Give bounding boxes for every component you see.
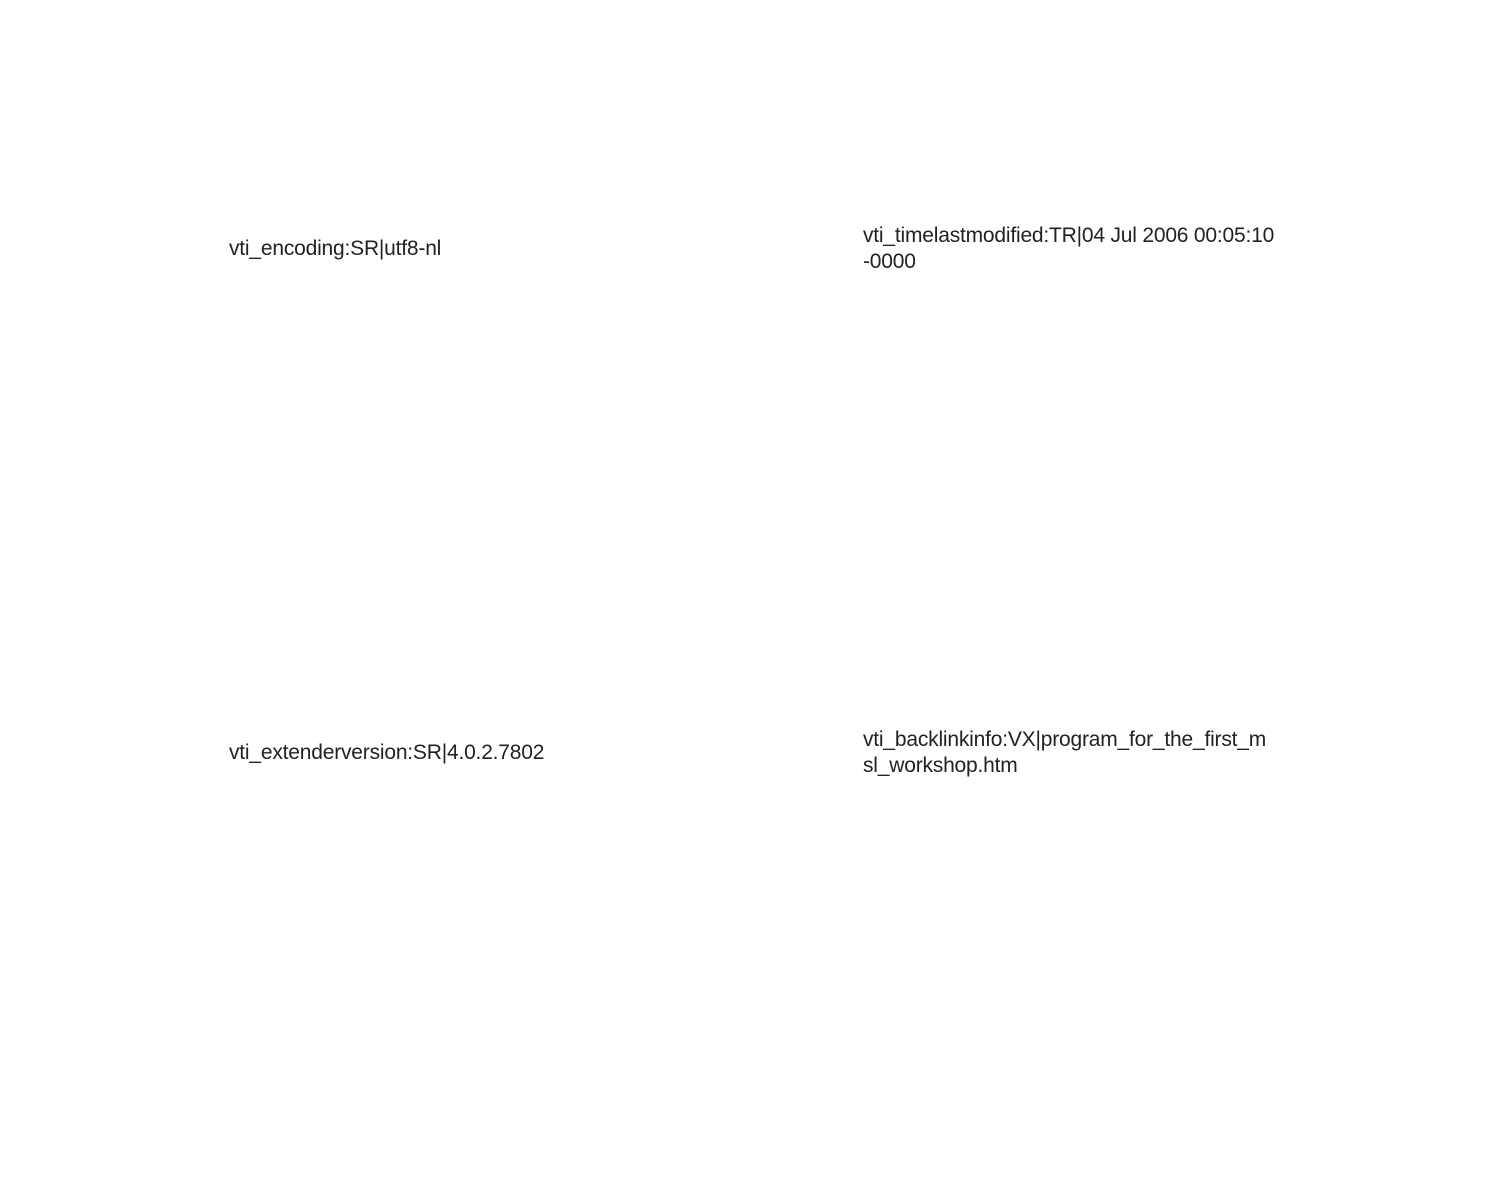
document-page: vti_encoding:SR|utf8-nl vti_timelastmodi… xyxy=(0,0,1500,1200)
metadata-timelastmodified: vti_timelastmodified:TR|04 Jul 2006 00:0… xyxy=(863,224,1275,273)
metadata-encoding: vti_encoding:SR|utf8-nl xyxy=(229,237,442,260)
metadata-extenderversion: vti_extenderversion:SR|4.0.2.7802 xyxy=(229,741,545,764)
metadata-backlinkinfo: vti_backlinkinfo:VX|program_for_the_firs… xyxy=(863,728,1267,777)
